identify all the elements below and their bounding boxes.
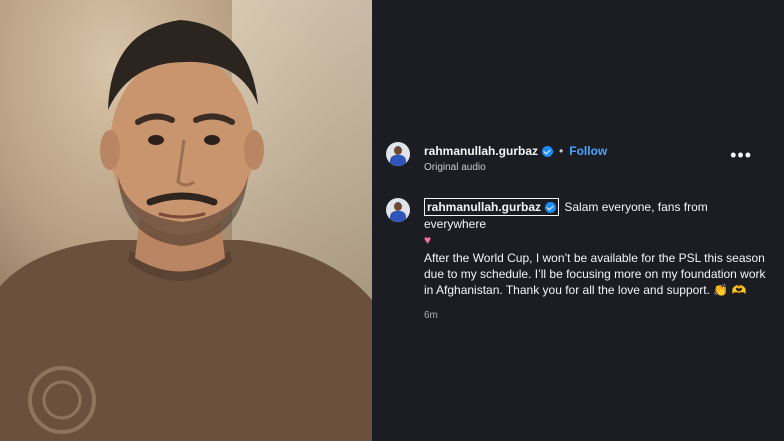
- username-link[interactable]: rahmanullah.gurbaz: [424, 143, 538, 159]
- caption-username: rahmanullah.gurbaz: [427, 200, 542, 214]
- verified-badge-icon: [542, 145, 554, 157]
- caption-text: rahmanullah.gurbaz Salam everyone, fans …: [424, 198, 770, 324]
- more-options-icon[interactable]: •••: [730, 146, 752, 164]
- post-header: rahmanullah.gurbaz • Follow Original aud…: [386, 142, 770, 178]
- caption-body: After the World Cup, I won’t be availabl…: [424, 251, 766, 297]
- heart-emoji-icon: ♥: [424, 233, 432, 247]
- post-timestamp[interactable]: 6m: [424, 308, 770, 324]
- header-info: rahmanullah.gurbaz • Follow Original aud…: [424, 142, 607, 173]
- caption-verified-badge-icon: [545, 201, 557, 213]
- separator-dot: •: [559, 144, 564, 158]
- avatar[interactable]: [386, 142, 410, 166]
- caption: rahmanullah.gurbaz Salam everyone, fans …: [386, 198, 770, 324]
- post-panel: rahmanullah.gurbaz • Follow Original aud…: [372, 0, 784, 441]
- follow-button[interactable]: Follow: [569, 143, 607, 159]
- video-frame[interactable]: [0, 0, 372, 441]
- caption-username-link[interactable]: rahmanullah.gurbaz: [424, 198, 560, 216]
- audio-link[interactable]: Original audio: [424, 162, 607, 173]
- person-illustration: [0, 20, 372, 441]
- caption-avatar[interactable]: [386, 198, 410, 222]
- reel-viewer: rahmanullah.gurbaz • Follow Original aud…: [0, 0, 784, 441]
